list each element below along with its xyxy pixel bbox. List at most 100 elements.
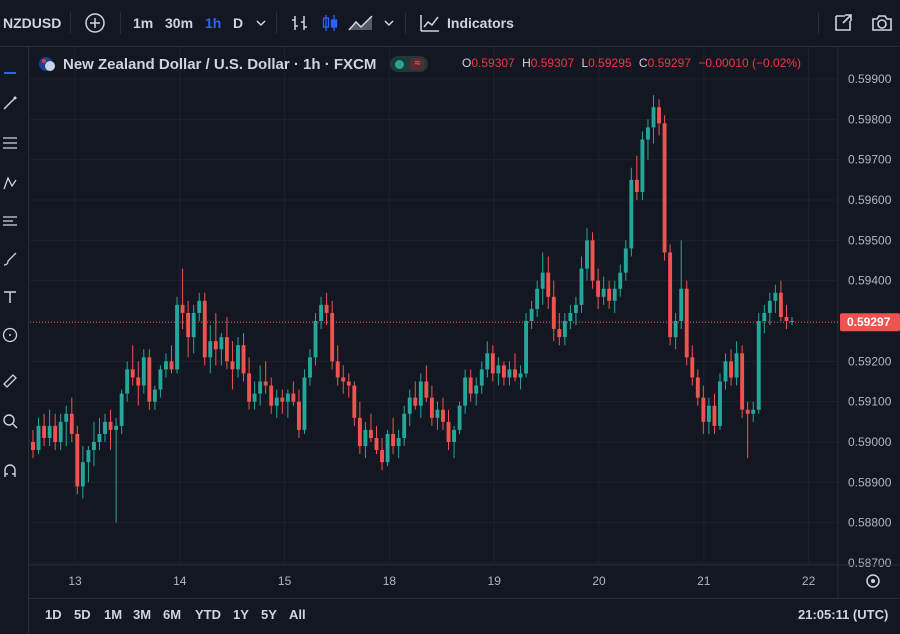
candle (529, 300, 534, 330)
candle (236, 337, 240, 378)
interval-1h-label: 1h (205, 15, 222, 31)
candle-body (657, 107, 661, 124)
candle-body (529, 308, 534, 321)
pattern-tool[interactable] (0, 173, 20, 193)
time-tick-label: 14 (173, 574, 187, 588)
candle (546, 256, 551, 309)
interval-d-button[interactable]: D (233, 0, 243, 46)
text-tool[interactable] (0, 287, 20, 307)
prediction-icon (3, 216, 17, 226)
candle-body (208, 341, 213, 358)
price-chart[interactable]: 0.59900 0.59800 0.59700 0.59600 0.59500 0.594… (0, 0, 900, 633)
symbol-search-button[interactable]: NZDUSD (3, 0, 61, 46)
time-tick-label: 20 (592, 574, 606, 588)
candle (429, 385, 434, 426)
fullscreen-button[interactable] (832, 0, 854, 46)
candle-body (490, 353, 495, 374)
time-tick-label: 21 (697, 574, 711, 588)
candle-body (169, 361, 174, 370)
candle (701, 385, 706, 434)
trendline-tool[interactable] (0, 93, 20, 113)
candle (31, 429, 35, 459)
candle-body (762, 312, 767, 321)
time-tick-label: 19 (488, 574, 502, 588)
candle (152, 385, 157, 410)
candle-body (496, 365, 501, 374)
icon-tool[interactable] (0, 325, 20, 345)
interval-d-label: D (233, 15, 244, 31)
zoom-tool[interactable] (0, 411, 20, 431)
magnet-icon (4, 464, 16, 477)
price-tick-label: 0.59000 (848, 435, 892, 449)
candle-body (429, 397, 434, 418)
low-value: 0.59295 (588, 56, 632, 70)
snapshot-button[interactable] (870, 0, 894, 46)
fib-icon (3, 137, 17, 149)
candle (413, 381, 418, 410)
candle-body (92, 442, 96, 451)
range-1m-button[interactable]: 1M (104, 607, 122, 622)
candle (53, 413, 58, 451)
candle-body (712, 405, 717, 426)
bar-style-button[interactable] (290, 0, 310, 46)
candle (380, 437, 384, 471)
candle (767, 292, 772, 326)
candle-body (629, 179, 634, 249)
chart-style-dropdown[interactable] (382, 0, 396, 46)
indicators-button[interactable]: Indicators (419, 0, 514, 46)
compare-symbol-button[interactable] (84, 0, 106, 46)
candle (435, 401, 440, 430)
range-1y-button[interactable]: 1Y (233, 607, 249, 622)
range-5d-button[interactable]: 5D (74, 607, 91, 622)
prediction-tool[interactable] (0, 211, 20, 231)
candle (690, 345, 695, 386)
range-3m-button[interactable]: 3M (133, 607, 151, 622)
candle-body (175, 304, 179, 370)
candle (418, 373, 423, 418)
candle (319, 296, 324, 330)
candle (790, 316, 794, 326)
candle-body (69, 413, 74, 434)
candle (164, 353, 168, 378)
candle-body (236, 345, 240, 370)
brush-tool[interactable] (0, 249, 20, 269)
candle (784, 304, 789, 330)
candle (773, 284, 778, 313)
candle (296, 389, 301, 438)
candle-body (734, 353, 739, 378)
chart-title[interactable]: New Zealand Dollar / U.S. Dollar · 1h · … (63, 56, 376, 73)
toolbar-divider (818, 12, 819, 34)
axis-settings-button[interactable] (864, 572, 882, 590)
time-tick-label: 18 (383, 574, 397, 588)
fib-tool[interactable] (0, 133, 20, 153)
candle (42, 413, 47, 447)
candle (513, 353, 517, 382)
range-5y-button[interactable]: 5Y (261, 607, 277, 622)
range-all-button[interactable]: All (289, 607, 306, 622)
candles-style-button[interactable] (320, 0, 340, 46)
area-style-button[interactable] (348, 0, 374, 46)
interval-dropdown-button[interactable] (254, 0, 268, 46)
range-1d-button[interactable]: 1D (45, 607, 62, 622)
interval-1h-button[interactable]: 1h (205, 0, 221, 46)
toolbar-divider (276, 12, 277, 34)
magnet-tool[interactable] (0, 461, 20, 481)
candle-body (125, 369, 130, 394)
measure-tool[interactable] (0, 371, 20, 391)
candle (551, 280, 556, 342)
candle-body (147, 357, 152, 402)
candle (280, 389, 285, 414)
interval-1m-button[interactable]: 1m (133, 0, 153, 46)
range-ytd-button[interactable]: YTD (195, 607, 221, 622)
candle (252, 381, 257, 410)
visibility-toggle[interactable]: ≈ (390, 56, 429, 72)
candle (274, 389, 279, 418)
expand-icon (835, 14, 852, 31)
interval-30m-button[interactable]: 30m (165, 0, 193, 46)
range-6m-button[interactable]: 6M (163, 607, 181, 622)
time-axis: 13 14 15 18 19 20 21 22 (28, 564, 900, 588)
clock-label[interactable]: 21:05:11 (UTC) (798, 607, 888, 622)
candle (313, 312, 318, 366)
crosshair-tool[interactable] (0, 57, 20, 77)
candle-body (97, 433, 102, 442)
